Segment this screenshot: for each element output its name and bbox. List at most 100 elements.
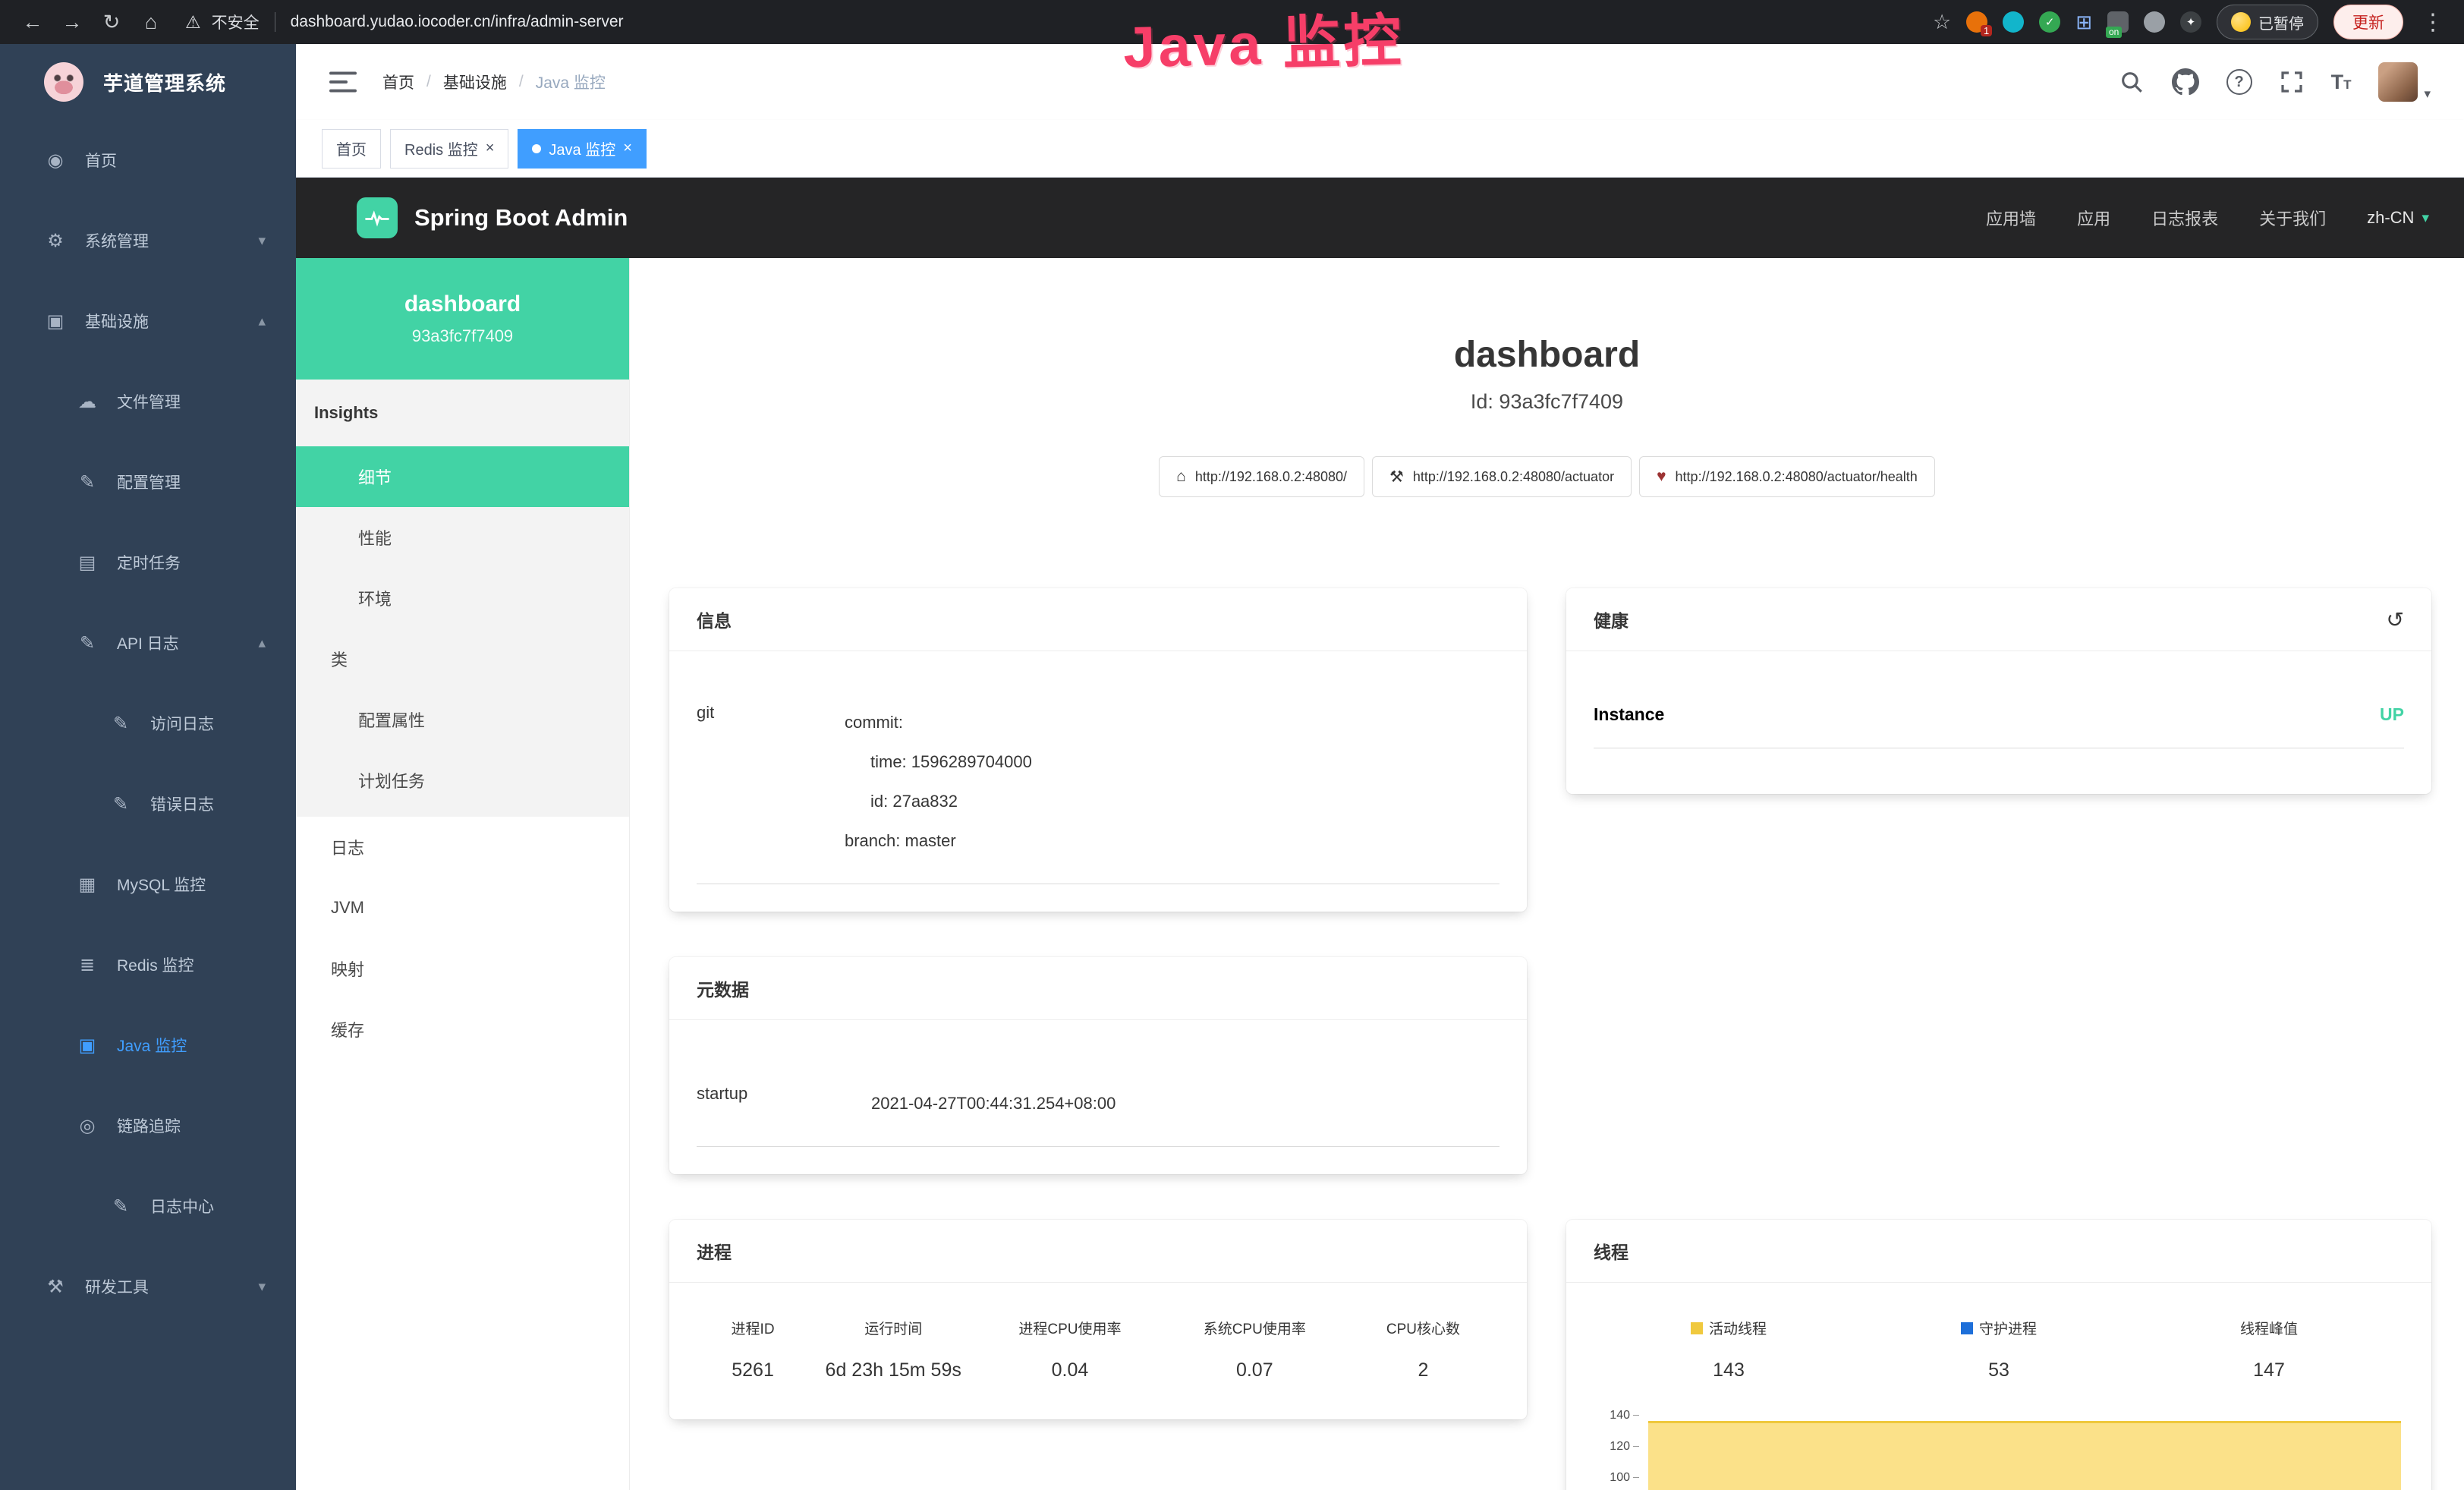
- sba-nav-journal[interactable]: 日志报表: [2151, 206, 2218, 230]
- github-icon[interactable]: [2172, 68, 2199, 96]
- extension-dark-icon[interactable]: ✦: [2180, 11, 2201, 33]
- sidebar-item-label: 系统管理: [85, 229, 149, 252]
- cards-grid: 信息 git commit: time: 1596289704000 id: 2…: [630, 497, 2464, 1490]
- metadata-startup-row: startup 2021-04-27T00:44:31.254+08:00: [697, 1063, 1499, 1147]
- legend-blue-swatch-icon: [1961, 1322, 1973, 1334]
- extensions-grid-icon[interactable]: ⊞: [2075, 11, 2092, 34]
- sba-item-scheduled-tasks[interactable]: 计划任务: [296, 750, 629, 811]
- instance-name: dashboard: [404, 291, 521, 317]
- pig-avatar-icon: [44, 62, 83, 102]
- sidebar-item-system-mgmt[interactable]: ⚙ 系统管理 ▾: [0, 200, 296, 281]
- sba-item-details[interactable]: 细节: [296, 446, 629, 507]
- user-menu[interactable]: ▾: [2378, 62, 2431, 102]
- tab-redis-monitor[interactable]: Redis 监控 ×: [390, 129, 508, 169]
- sba-brand[interactable]: Spring Boot Admin: [414, 204, 628, 232]
- chrome-update-button[interactable]: 更新: [2333, 5, 2403, 39]
- tasks-icon: ▤: [76, 552, 99, 574]
- daemon-threads-value: 53: [1864, 1359, 2134, 1381]
- chevron-up-icon: ▴: [258, 635, 266, 652]
- font-size-icon[interactable]: TT: [2331, 71, 2352, 94]
- process-table: 进程ID 运行时间 进程CPU使用率 系统CPU使用率 CPU核心数 5261 …: [697, 1292, 1499, 1392]
- close-icon[interactable]: ×: [486, 140, 495, 157]
- sba-nav-wallboard[interactable]: 应用墙: [1986, 206, 2036, 230]
- process-value-pid: 5261: [697, 1359, 809, 1381]
- sba-item-loggers[interactable]: 日志: [296, 817, 629, 877]
- sba-item-jvm[interactable]: JVM: [296, 877, 629, 938]
- extension-proxy-icon[interactable]: on: [2107, 11, 2129, 33]
- sidebar-item-label: 研发工具: [85, 1275, 149, 1298]
- threads-legend: 活动线程 守护进程 线程峰值 143: [1594, 1292, 2404, 1381]
- sba-nav-about[interactable]: 关于我们: [2259, 206, 2326, 230]
- sidebar-item-api-logs[interactable]: ✎ API 日志 ▴: [0, 603, 296, 683]
- breadcrumb: 首页 / 基础设施 / Java 监控: [382, 71, 606, 93]
- sidebar-item-label: 日志中心: [150, 1195, 214, 1218]
- sidebar-item-java-monitor[interactable]: ▣ Java 监控: [0, 1005, 296, 1085]
- url-text: dashboard.yudao.iocoder.cn/infra/admin-s…: [291, 13, 624, 31]
- sba-item-mappings[interactable]: 映射: [296, 938, 629, 999]
- sidebar-item-error-logs[interactable]: ✎ 错误日志: [0, 764, 296, 844]
- extension-green-icon[interactable]: ✓: [2039, 11, 2060, 33]
- info-card: 信息 git commit: time: 1596289704000 id: 2…: [669, 588, 1527, 912]
- sidebar-item-config-mgmt[interactable]: ✎ 配置管理: [0, 442, 296, 522]
- sidebar-item-label: API 日志: [117, 632, 179, 654]
- back-icon[interactable]: ←: [17, 11, 49, 34]
- search-icon[interactable]: [2119, 69, 2145, 95]
- sba-item-config-props[interactable]: 配置属性: [296, 689, 629, 750]
- bookmark-star-icon[interactable]: ☆: [1933, 11, 1951, 34]
- sidebar-item-tracing[interactable]: ◎ 链路追踪: [0, 1085, 296, 1166]
- legend-daemon-threads: 守护进程: [1864, 1318, 2134, 1338]
- extension-orange-icon[interactable]: 1: [1966, 11, 1987, 33]
- actuator-url-button[interactable]: ⚒ http://192.168.0.2:48080/actuator: [1372, 456, 1632, 497]
- sidebar-item-dev-tools[interactable]: ⚒ 研发工具 ▾: [0, 1246, 296, 1327]
- extension-leaf-icon[interactable]: [2144, 11, 2165, 33]
- ytick: 120: [1610, 1440, 1639, 1454]
- eye-icon: ◎: [76, 1115, 99, 1137]
- sidebar-item-infrastructure[interactable]: ▣ 基础设施 ▴: [0, 281, 296, 361]
- close-icon[interactable]: ×: [623, 140, 632, 157]
- process-header-cores: CPU核心数: [1347, 1318, 1499, 1338]
- sidebar-item-home[interactable]: ◉ 首页: [0, 120, 296, 200]
- history-icon[interactable]: ↺: [2387, 607, 2404, 632]
- forward-icon[interactable]: →: [56, 11, 88, 34]
- sba-item-metrics[interactable]: 性能: [296, 507, 629, 568]
- process-header-pid: 进程ID: [697, 1318, 809, 1338]
- address-bar[interactable]: ⚠ 不安全 dashboard.yudao.iocoder.cn/infra/a…: [185, 11, 624, 33]
- sidebar-item-redis-monitor[interactable]: ≣ Redis 监控: [0, 925, 296, 1005]
- tab-home[interactable]: 首页: [322, 129, 381, 169]
- sba-item-environment[interactable]: 环境: [296, 568, 629, 628]
- browser-menu-icon[interactable]: ⋮: [2418, 9, 2447, 36]
- breadcrumb-separator: /: [519, 73, 524, 91]
- reload-icon[interactable]: ↻: [96, 11, 127, 34]
- log-icon: ✎: [109, 793, 132, 815]
- locale-select[interactable]: zh-CN ▾: [2367, 208, 2429, 228]
- spring-boot-admin-logo-icon: [357, 197, 398, 238]
- tab-java-monitor[interactable]: Java 监控 ×: [518, 129, 647, 169]
- health-url-button[interactable]: ♥ http://192.168.0.2:48080/actuator/heal…: [1639, 456, 1935, 497]
- extension-teal-icon[interactable]: [2003, 11, 2024, 33]
- tags-view-bar: 首页 Redis 监控 × Java 监控 ×: [296, 120, 2464, 178]
- screen: ← → ↻ ⌂ ⚠ 不安全 dashboard.yudao.iocoder.cn…: [0, 0, 2464, 1490]
- instance-header[interactable]: dashboard 93a3fc7f7409: [296, 258, 629, 380]
- app-logo[interactable]: 芋道管理系统: [0, 44, 296, 120]
- sba-item-caches[interactable]: 缓存: [296, 999, 629, 1060]
- sidebar-item-file-mgmt[interactable]: ☁ 文件管理: [0, 361, 296, 442]
- info-git-row: git commit: time: 1596289704000 id: 27aa…: [697, 682, 1499, 884]
- fullscreen-icon[interactable]: [2280, 70, 2304, 94]
- breadcrumb-infrastructure[interactable]: 基础设施: [443, 71, 507, 93]
- sidebar-item-scheduled-jobs[interactable]: ▤ 定时任务: [0, 522, 296, 603]
- tab-label: 首页: [336, 137, 367, 159]
- sba-nav-applications[interactable]: 应用: [2077, 206, 2110, 230]
- help-icon[interactable]: ?: [2226, 69, 2252, 95]
- monitor-icon: ▣: [76, 1035, 99, 1057]
- sba-item-beans[interactable]: 类: [296, 628, 629, 689]
- active-dot-icon: [532, 144, 541, 153]
- breadcrumb-home[interactable]: 首页: [382, 71, 414, 93]
- info-key: git: [697, 703, 845, 861]
- profile-paused-chip[interactable]: 已暂停: [2217, 5, 2318, 39]
- sidebar-item-access-logs[interactable]: ✎ 访问日志: [0, 683, 296, 764]
- service-url-button[interactable]: ⌂ http://192.168.0.2:48080/: [1159, 456, 1364, 497]
- sidebar-item-log-center[interactable]: ✎ 日志中心: [0, 1166, 296, 1246]
- home-icon[interactable]: ⌂: [135, 11, 167, 34]
- sidebar-item-mysql-monitor[interactable]: ▦ MySQL 监控: [0, 844, 296, 925]
- hamburger-icon[interactable]: [329, 71, 357, 93]
